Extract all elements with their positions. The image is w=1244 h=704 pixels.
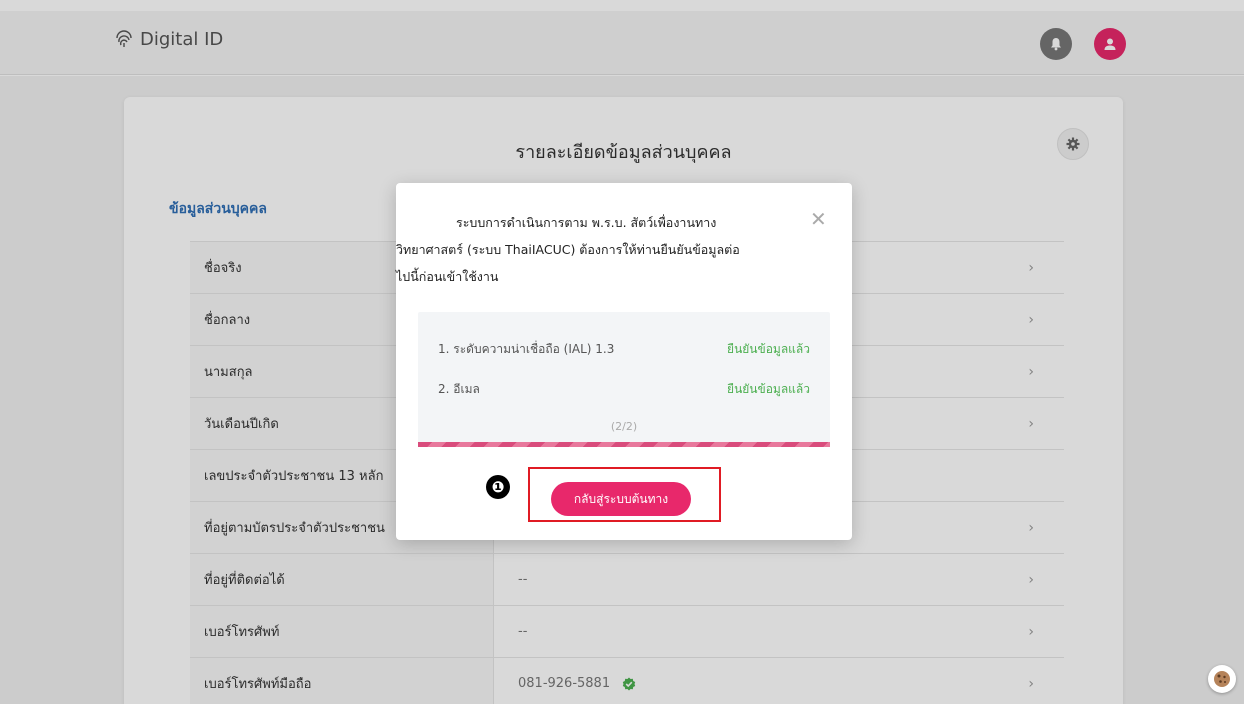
cookie-icon	[1214, 671, 1230, 687]
list-item: 2. อีเมล ยืนยันข้อมูลแล้ว	[418, 380, 830, 402]
step-status: ยืนยันข้อมูลแล้ว	[727, 342, 810, 356]
step-label: 2. อีเมล	[438, 382, 480, 396]
step-status: ยืนยันข้อมูลแล้ว	[727, 382, 810, 396]
list-item: 1. ระดับความน่าเชื่อถือ (IAL) 1.3 ยืนยัน…	[418, 340, 830, 362]
modal-message: ระบบการดำเนินการตาม พ.ร.บ. สัตว์เพื่องาน…	[396, 209, 852, 290]
step-counter: (2/2)	[610, 420, 638, 433]
modal-message-line: ไปนี้ก่อนเข้าใช้งาน	[396, 269, 499, 284]
progress-bar	[418, 442, 830, 447]
cookie-settings-button[interactable]	[1208, 665, 1236, 693]
highlight-box	[528, 467, 721, 522]
modal-message-line: วิทยาศาสตร์ (ระบบ ThaiIACUC) ต้องการให้ท…	[396, 242, 740, 257]
modal-message-line: ระบบการดำเนินการตาม พ.ร.บ. สัตว์เพื่องาน…	[456, 215, 717, 230]
step-marker: ❶	[486, 475, 510, 499]
verification-steps: 1. ระดับความน่าเชื่อถือ (IAL) 1.3 ยืนยัน…	[418, 312, 830, 445]
step-label: 1. ระดับความน่าเชื่อถือ (IAL) 1.3	[438, 342, 615, 356]
